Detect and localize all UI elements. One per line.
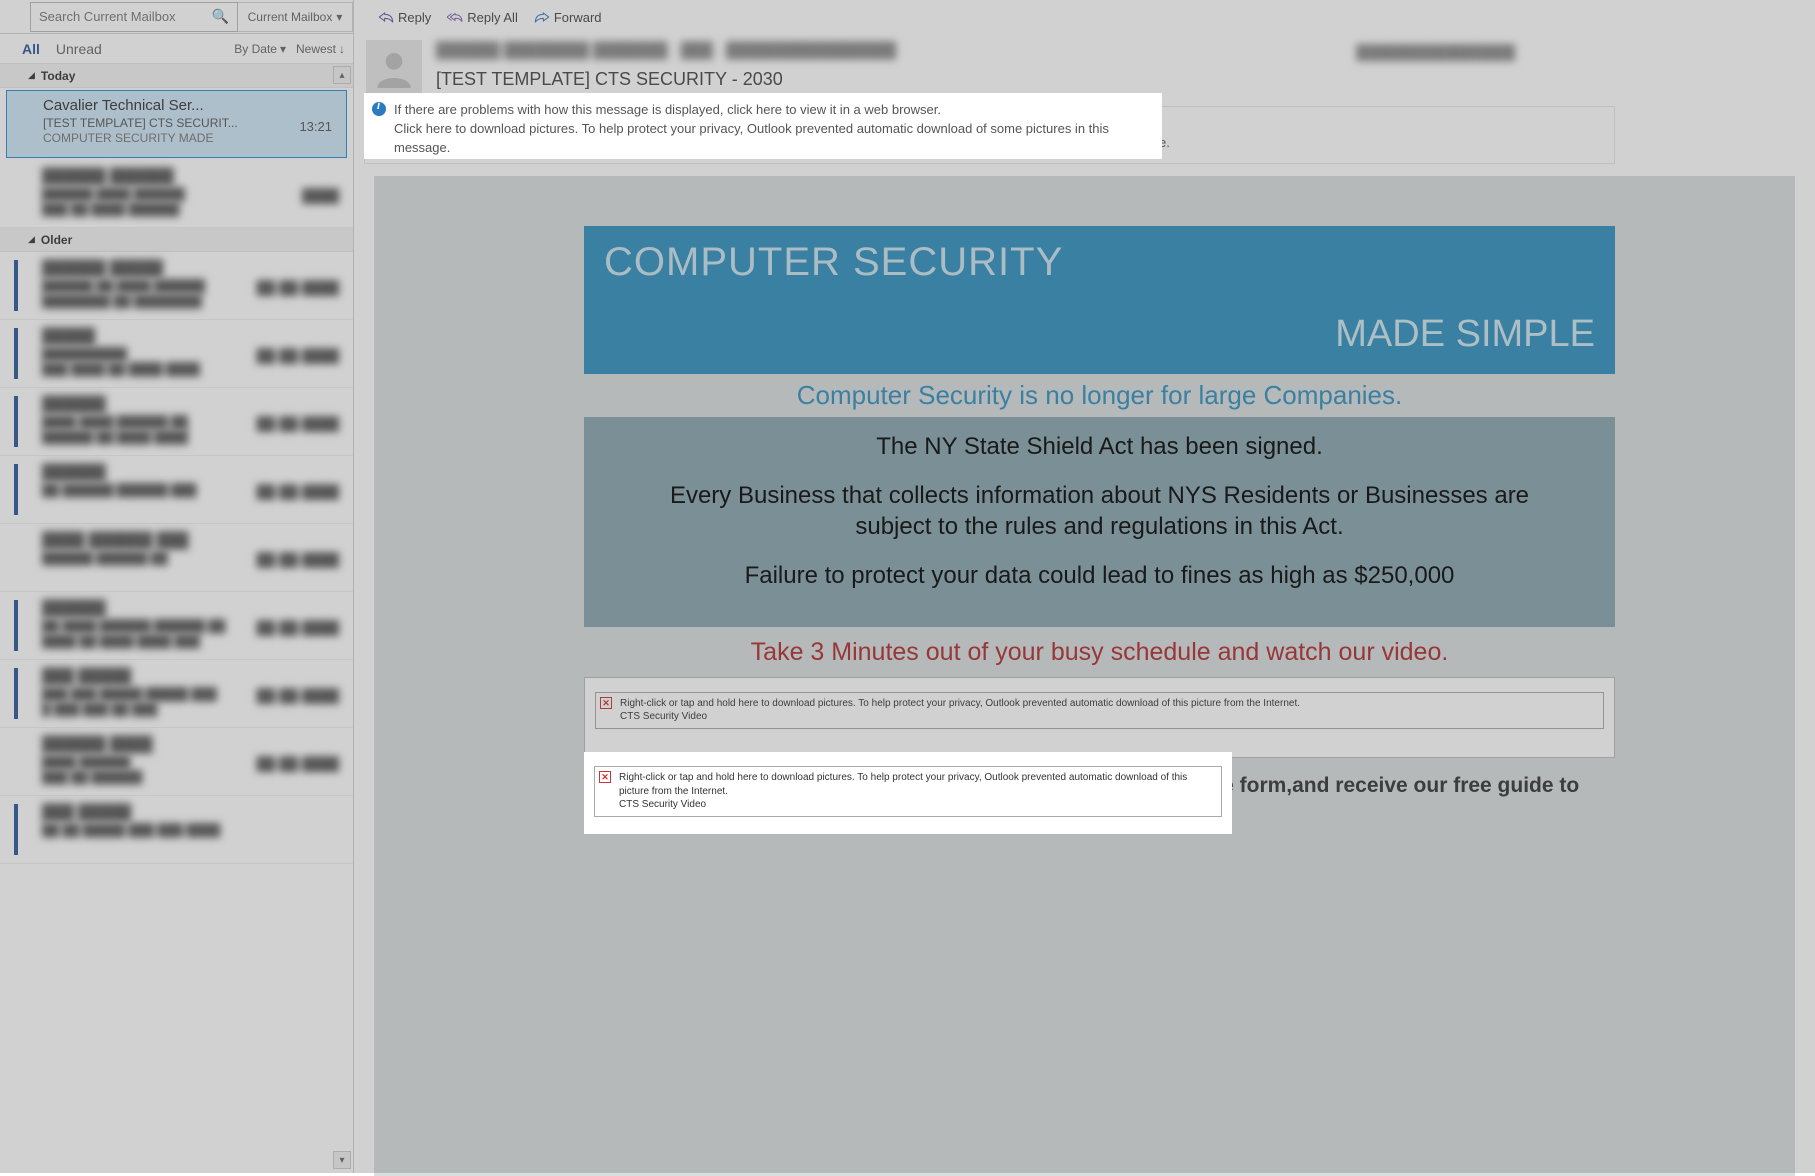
header-subject: [TEST TEMPLATE] CTS SECURITY - 2030 [436, 69, 1795, 90]
message-item[interactable]: ██████ ████ ████ ██████ ██ ██████ ██ ███… [0, 388, 353, 456]
info-bar[interactable]: i If there are problems with how this me… [364, 106, 1615, 164]
mid-block: The NY State Shield Act has been signed.… [584, 417, 1615, 628]
filter-row: All Unread By Date ▾ Newest ↓ [0, 34, 353, 64]
message-item[interactable]: ██████ █████ ██████ ██ ████ ██████ █████… [0, 252, 353, 320]
message-item[interactable]: ███ █████ ██ ██ █████ ███ ███ ████ [0, 796, 353, 864]
filter-all[interactable]: All [22, 41, 40, 57]
search-placeholder: Search Current Mailbox [39, 9, 176, 24]
reading-pane: Reply Reply All Forward ██████ ████████ … [354, 0, 1815, 1173]
order-dropdown[interactable]: Newest ↓ [296, 42, 345, 56]
cta-text: Take 3 Minutes out of your busy schedule… [584, 627, 1615, 670]
message-item[interactable]: ███ █████ ███ ███ █████ █████ ███ █ ███ … [0, 660, 353, 728]
message-item[interactable]: ██████ ██ ██████ ██████ ███ ██-██-████ [0, 456, 353, 524]
infobar-line2: Click here to download pictures. To help… [395, 134, 1604, 153]
search-scope-dropdown[interactable]: Current Mailbox ▾ [238, 2, 353, 32]
blocked-line1: Right-click or tap and hold here to down… [620, 697, 1597, 711]
message-item-selected[interactable]: Cavalier Technical Ser... [TEST TEMPLATE… [6, 90, 347, 158]
blocked-line2: CTS Security Video [620, 710, 1597, 724]
message-preview: COMPUTER SECURITY MADE [43, 131, 336, 145]
blocked-image-placeholder[interactable]: ✕ Right-click or tap and hold here to do… [584, 677, 1615, 758]
collapse-icon: ◢ [28, 70, 35, 81]
subhead: Computer Security is no longer for large… [584, 374, 1615, 417]
banner: COMPUTER SECURITY MADE SIMPLE [584, 226, 1615, 374]
group-header-today[interactable]: ◢ Today [0, 64, 353, 88]
message-item[interactable]: ████ ██████ ███ ██████ ██████ ██ ██-██-█… [0, 524, 353, 592]
header-to: ████████████████ [1356, 44, 1515, 60]
filter-unread[interactable]: Unread [56, 41, 102, 57]
header-from: ██████ ████████ ███████ · ███ · ████████… [436, 42, 1795, 59]
reply-button[interactable]: Reply [378, 10, 431, 25]
message-header: ██████ ████████ ███████ · ███ · ████████… [354, 34, 1815, 106]
forward-button[interactable]: Forward [534, 10, 602, 25]
message-subject: [TEST TEMPLATE] CTS SECURIT... [43, 116, 336, 130]
message-item[interactable]: ██████ ██ ████ ██████ ██████ ██ ████ ██ … [0, 592, 353, 660]
search-icon[interactable]: 🔍 [212, 8, 229, 25]
infobar-line1: If there are problems with how this mess… [395, 115, 1604, 134]
message-sender: Cavalier Technical Ser... [43, 97, 336, 114]
arrow-down-icon: ↓ [339, 42, 345, 56]
body-p2: Every Business that collects information… [634, 480, 1565, 542]
banner-subtitle: MADE SIMPLE [604, 313, 1595, 356]
sort-dropdown[interactable]: By Date ▾ [234, 42, 286, 56]
message-item[interactable]: █████ ██████████ ███ ████ ██ ████ ████ █… [0, 320, 353, 388]
collapse-icon: ◢ [28, 234, 35, 245]
chevron-down-icon: ▾ [336, 10, 342, 24]
search-row: Search Current Mailbox 🔍 Current Mailbox… [0, 0, 353, 34]
blocked-image-icon: ✕ [600, 697, 612, 709]
banner-title: COMPUTER SECURITY [604, 240, 1595, 285]
message-list: Cavalier Technical Ser... [TEST TEMPLATE… [0, 90, 353, 228]
message-item[interactable]: ██████ ████ ████ ██████ ███ ██ ██████ ██… [0, 728, 353, 796]
scroll-down-button[interactable]: ▾ [333, 1151, 351, 1169]
action-bar: Reply Reply All Forward [354, 0, 1815, 34]
message-list-pane: Search Current Mailbox 🔍 Current Mailbox… [0, 0, 354, 1173]
message-time: 13:21 [299, 119, 332, 134]
chevron-down-icon: ▾ [280, 42, 286, 56]
search-input[interactable]: Search Current Mailbox 🔍 [30, 2, 238, 32]
body-p1: The NY State Shield Act has been signed. [634, 431, 1565, 462]
message-body-area: COMPUTER SECURITY MADE SIMPLE Computer S… [374, 176, 1795, 1176]
body-p3: Failure to protect your data could lead … [634, 560, 1565, 591]
message-list-older: ██████ █████ ██████ ██ ████ ██████ █████… [0, 252, 353, 864]
scroll-up-button[interactable]: ▴ [333, 66, 351, 84]
avatar [366, 40, 422, 96]
reply-all-button[interactable]: Reply All [447, 10, 518, 25]
group-header-older[interactable]: ◢ Older [0, 228, 353, 252]
email-body: COMPUTER SECURITY MADE SIMPLE Computer S… [584, 226, 1615, 833]
finish-text: When you have finished watching the vide… [584, 766, 1615, 833]
message-item[interactable]: ██████ ██████ ██████ ████ ██████ ███ ██ … [0, 160, 353, 228]
